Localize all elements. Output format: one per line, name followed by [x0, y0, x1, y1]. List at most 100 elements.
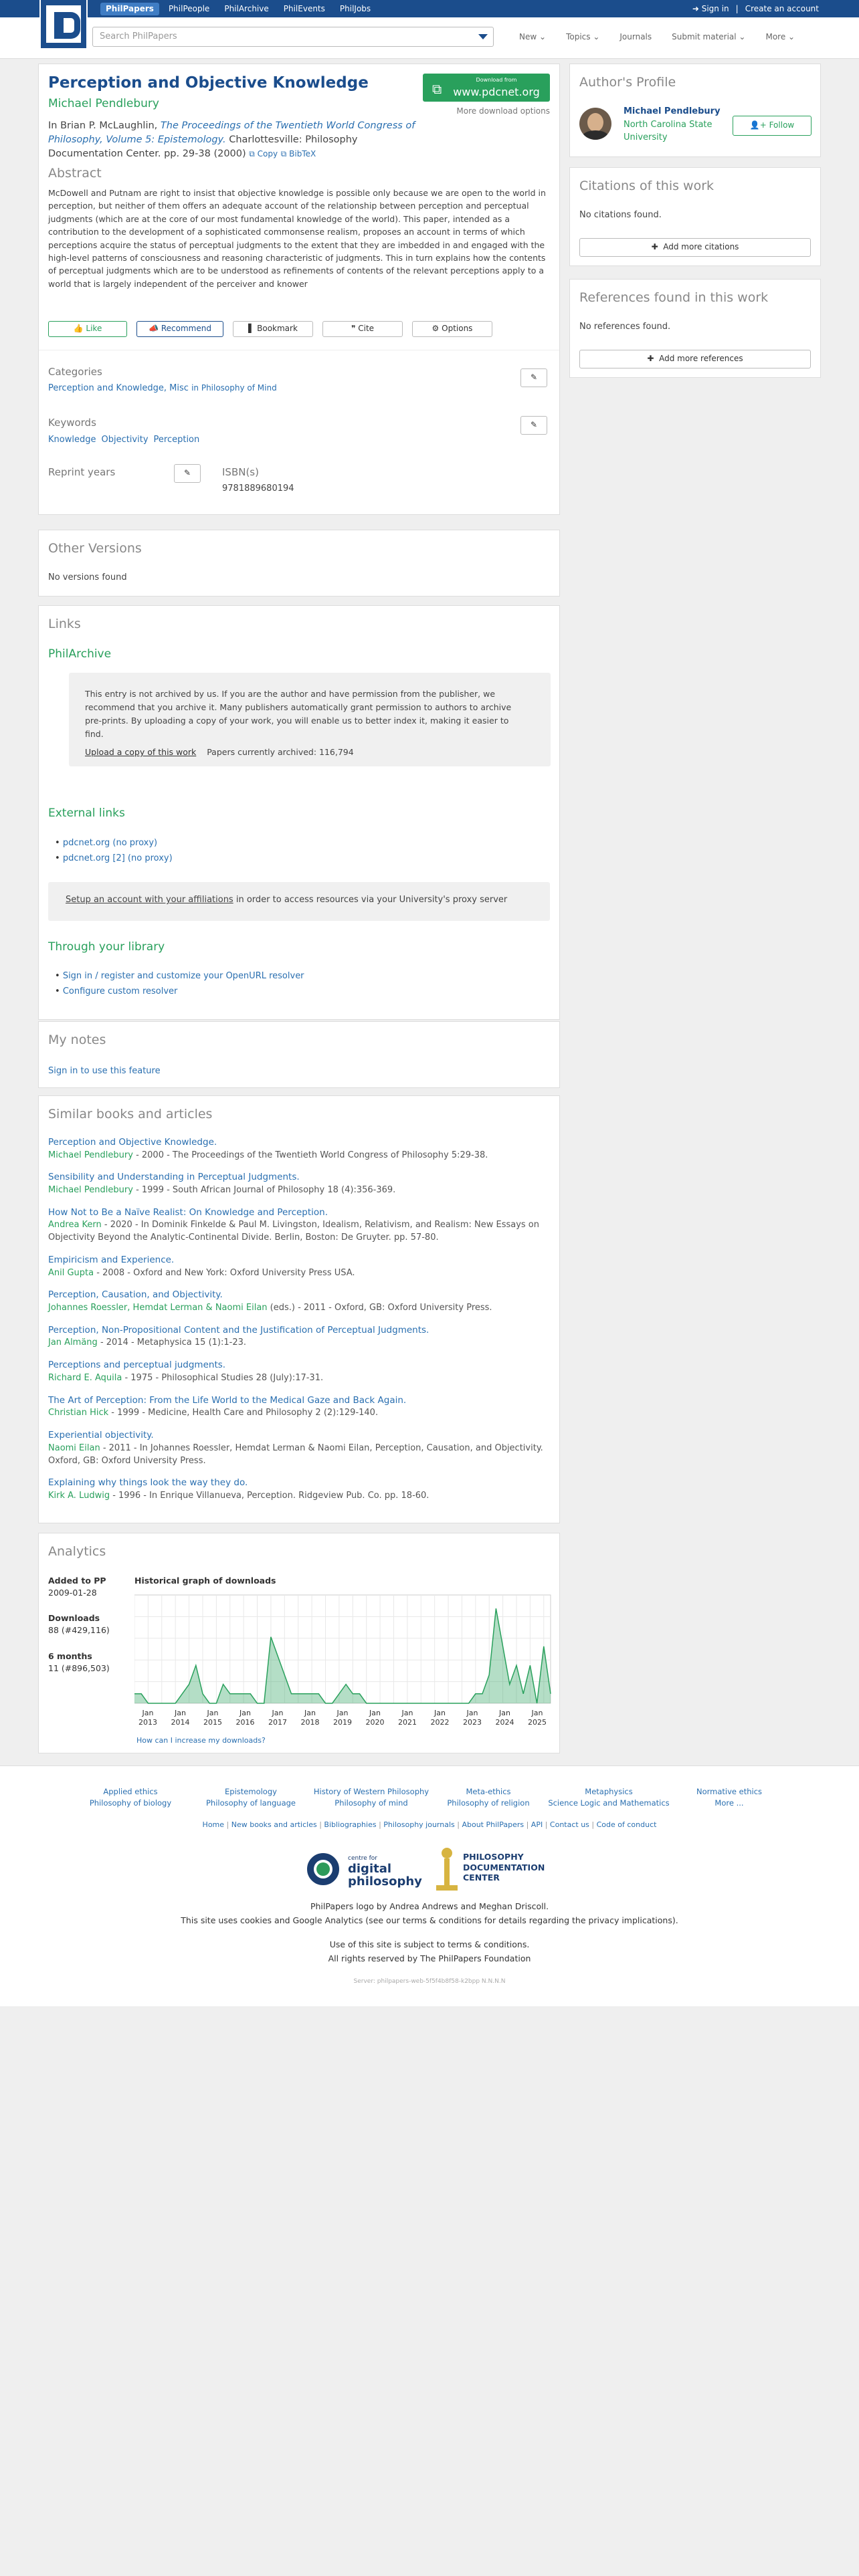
list-item: Sensibility and Understanding in Percept…: [48, 1171, 550, 1196]
avatar[interactable]: [579, 108, 611, 140]
added-value: 2009-01-28: [48, 1588, 97, 1598]
create-account-link[interactable]: Create an account: [745, 3, 819, 15]
nav-philjobs[interactable]: PhilJobs: [335, 3, 376, 15]
upload-link[interactable]: Upload a copy of this work: [85, 747, 196, 757]
category-parent[interactable]: in Philosophy of Mind: [191, 383, 277, 393]
notes-signin-link[interactable]: Sign in to use this feature: [48, 1065, 161, 1078]
chart-x-tick-label: 2015: [203, 1718, 222, 1727]
category-link[interactable]: Perception and Knowledge, Misc: [48, 383, 189, 393]
openurl-link[interactable]: Sign in / register and customize your Op…: [63, 971, 304, 981]
links-title: Links: [48, 617, 81, 631]
nav-submit-label: Submit material: [672, 32, 737, 41]
cite-button[interactable]: ❞ Cite: [322, 321, 403, 337]
similar-title-link[interactable]: Explaining why things look the way they …: [48, 1477, 550, 1490]
options-button[interactable]: ⚙ Options: [412, 321, 492, 337]
terms-notice[interactable]: Use of this site is subject to terms & c…: [0, 1938, 859, 1952]
footer-nav-link[interactable]: Bibliographies: [324, 1820, 376, 1829]
nav-philpapers[interactable]: PhilPapers: [100, 3, 159, 16]
similar-source: - 2000 - The Proceedings of the Twentiet…: [132, 1150, 488, 1160]
chart-x-tick-label: 2023: [463, 1718, 482, 1727]
similar-author-link[interactable]: Andrea Kern: [48, 1220, 102, 1230]
edit-categories-button[interactable]: ✎: [520, 368, 547, 387]
proxy-setup-link[interactable]: Setup an account with your affiliations: [66, 895, 233, 905]
similar-author-link[interactable]: Anil Gupta: [48, 1268, 94, 1278]
download-button[interactable]: ⧉ Download from www.pdcnet.org: [423, 74, 550, 102]
similar-title-link[interactable]: Perception, Causation, and Objectivity.: [48, 1289, 550, 1302]
similar-author-link[interactable]: Jan Almäng: [48, 1337, 98, 1348]
similar-meta: Christian Hick - 1999 - Medicine, Health…: [48, 1407, 550, 1420]
nav-philevents[interactable]: PhilEvents: [278, 3, 330, 15]
nav-philpeople[interactable]: PhilPeople: [163, 3, 215, 15]
similar-author-link[interactable]: Richard E. Aquila: [48, 1373, 122, 1383]
footer-link[interactable]: Applied ethics: [77, 1786, 184, 1798]
footer-nav-link[interactable]: Home: [203, 1820, 224, 1829]
external-link[interactable]: pdcnet.org (no proxy): [63, 838, 157, 848]
footer-nav-link[interactable]: Code of conduct: [597, 1820, 657, 1829]
similar-title-link[interactable]: How Not to Be a Naïve Realist: On Knowle…: [48, 1206, 550, 1220]
footer-link[interactable]: Philosophy of biology: [77, 1798, 184, 1809]
similar-title-link[interactable]: Sensibility and Understanding in Percept…: [48, 1171, 550, 1184]
increase-downloads-link[interactable]: How can I increase my downloads?: [136, 1735, 266, 1746]
similar-title-link[interactable]: The Art of Perception: From the Life Wor…: [48, 1394, 550, 1408]
similar-meta: Naomi Eilan - 2011 - In Johannes Roessle…: [48, 1442, 550, 1468]
footer-nav-link[interactable]: Contact us: [550, 1820, 589, 1829]
bookmark-button[interactable]: ▌ Bookmark: [233, 321, 313, 337]
similar-title-link[interactable]: Perception and Objective Knowledge.: [48, 1136, 550, 1150]
footer-link[interactable]: Meta-ethics: [435, 1786, 542, 1798]
footer-nav-link[interactable]: Philosophy journals: [383, 1820, 454, 1829]
nav-new[interactable]: New ⌄: [519, 31, 546, 43]
bibtex-button[interactable]: ⧉ BibTeX: [281, 149, 316, 158]
footer-link[interactable]: Science Logic and Mathematics: [542, 1798, 676, 1809]
footer-nav-link[interactable]: About PhilPapers: [462, 1820, 524, 1829]
footer-link[interactable]: Epistemology: [197, 1786, 304, 1798]
similar-author-link[interactable]: Michael Pendlebury: [48, 1150, 133, 1160]
similar-author-link[interactable]: Michael Pendlebury: [48, 1185, 133, 1195]
references-title: References found in this work: [579, 290, 769, 305]
edit-keywords-button[interactable]: ✎: [520, 416, 547, 435]
nav-philarchive[interactable]: PhilArchive: [219, 3, 274, 15]
footer-link[interactable]: More ...: [676, 1798, 783, 1809]
similar-author-link[interactable]: Johannes Roessler, Hemdat Lerman & Naomi…: [48, 1303, 268, 1313]
references-panel: References found in this work No referen…: [569, 279, 821, 378]
footer-link[interactable]: Philosophy of mind: [304, 1798, 438, 1809]
profile-affiliation[interactable]: North Carolina State University: [624, 119, 717, 144]
edit-reprint-button[interactable]: ✎: [174, 464, 201, 483]
similar-title-link[interactable]: Perception, Non-Propositional Content an…: [48, 1324, 550, 1337]
similar-author-link[interactable]: Kirk A. Ludwig: [48, 1491, 110, 1501]
add-references-button[interactable]: ✚ Add more references: [579, 350, 811, 368]
similar-author-link[interactable]: Christian Hick: [48, 1408, 108, 1418]
philarchive-heading: PhilArchive: [48, 647, 112, 661]
custom-resolver-link[interactable]: Configure custom resolver: [63, 986, 178, 996]
footer-nav-link[interactable]: New books and articles: [231, 1820, 317, 1829]
add-citations-button[interactable]: ✚ Add more citations: [579, 238, 811, 257]
keyword-link[interactable]: Perception: [154, 434, 200, 447]
more-downloads-link[interactable]: More download options: [456, 106, 550, 117]
search-dropdown-icon[interactable]: [478, 34, 488, 39]
follow-button[interactable]: 👤+ Follow: [733, 116, 812, 136]
nav-topics[interactable]: Topics ⌄: [566, 31, 599, 43]
similar-title-link[interactable]: Experiential objectivity.: [48, 1429, 550, 1442]
similar-author-link[interactable]: Naomi Eilan: [48, 1443, 100, 1453]
nav-more[interactable]: More ⌄: [765, 31, 795, 43]
similar-title-link[interactable]: Perceptions and perceptual judgments.: [48, 1359, 550, 1372]
search-input[interactable]: Search PhilPapers: [92, 27, 494, 47]
philpapers-logo[interactable]: [39, 0, 88, 49]
copy-button[interactable]: ⧉ Copy: [249, 149, 278, 158]
recommend-button[interactable]: 📣 Recommend: [136, 321, 223, 337]
author-link[interactable]: Michael Pendlebury: [48, 96, 423, 112]
profile-name[interactable]: Michael Pendlebury: [624, 106, 721, 118]
signin-link[interactable]: ➜ Sign in: [692, 3, 729, 15]
nav-submit[interactable]: Submit material ⌄: [672, 31, 745, 43]
footer-link[interactable]: Philosophy of language: [197, 1798, 304, 1809]
footer-link[interactable]: Metaphysics: [542, 1786, 676, 1798]
nav-journals[interactable]: Journals: [619, 31, 652, 43]
keyword-link[interactable]: Knowledge: [48, 434, 96, 447]
footer-link[interactable]: Philosophy of religion: [435, 1798, 542, 1809]
keyword-link[interactable]: Objectivity: [101, 434, 148, 447]
footer-nav-link[interactable]: API: [531, 1820, 543, 1829]
similar-title-link[interactable]: Empiricism and Experience.: [48, 1254, 550, 1267]
footer-link[interactable]: Normative ethics: [676, 1786, 783, 1798]
like-button[interactable]: 👍 Like: [48, 321, 127, 337]
footer-link[interactable]: History of Western Philosophy: [304, 1786, 438, 1798]
external-link[interactable]: pdcnet.org [2] (no proxy): [63, 853, 173, 863]
